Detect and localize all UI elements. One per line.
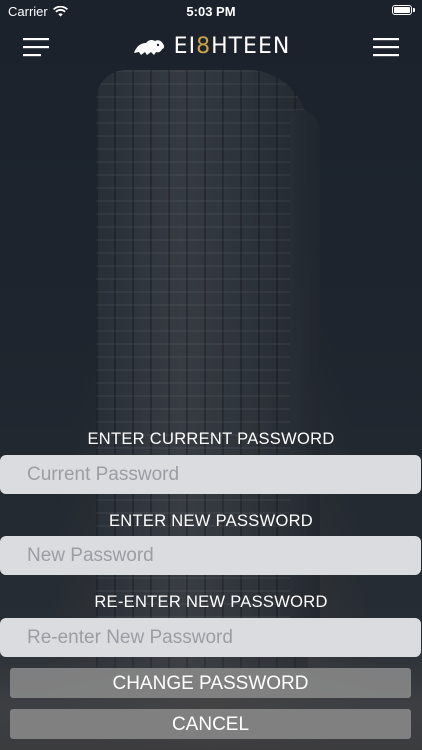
brand-logo: EI8HTEEN — [0, 34, 422, 59]
clock: 5:03 PM — [186, 4, 236, 19]
current-password-label: ENTER CURRENT PASSWORD — [87, 430, 335, 448]
reenter-password-field[interactable] — [0, 618, 421, 657]
navbar: EI8HTEEN — [0, 28, 422, 68]
right-menu-button[interactable] — [373, 36, 399, 58]
building-image — [96, 70, 320, 670]
status-bar: Carrier 5:03 PM — [0, 0, 422, 22]
battery-icon — [392, 5, 415, 15]
lion-logo-icon — [133, 39, 164, 55]
new-password-field[interactable] — [0, 536, 421, 575]
menu-icon — [373, 38, 399, 57]
new-password-label: ENTER NEW PASSWORD — [108, 512, 314, 530]
change-password-button[interactable]: CHANGE PASSWORD — [10, 668, 411, 698]
brand-name: EI8HTEEN — [173, 34, 291, 59]
brand-accent-digit: 8 — [196, 34, 212, 59]
cancel-button[interactable]: CANCEL — [10, 709, 411, 739]
current-password-field[interactable] — [0, 455, 421, 494]
reenter-password-label: RE-ENTER NEW PASSWORD — [94, 593, 328, 611]
